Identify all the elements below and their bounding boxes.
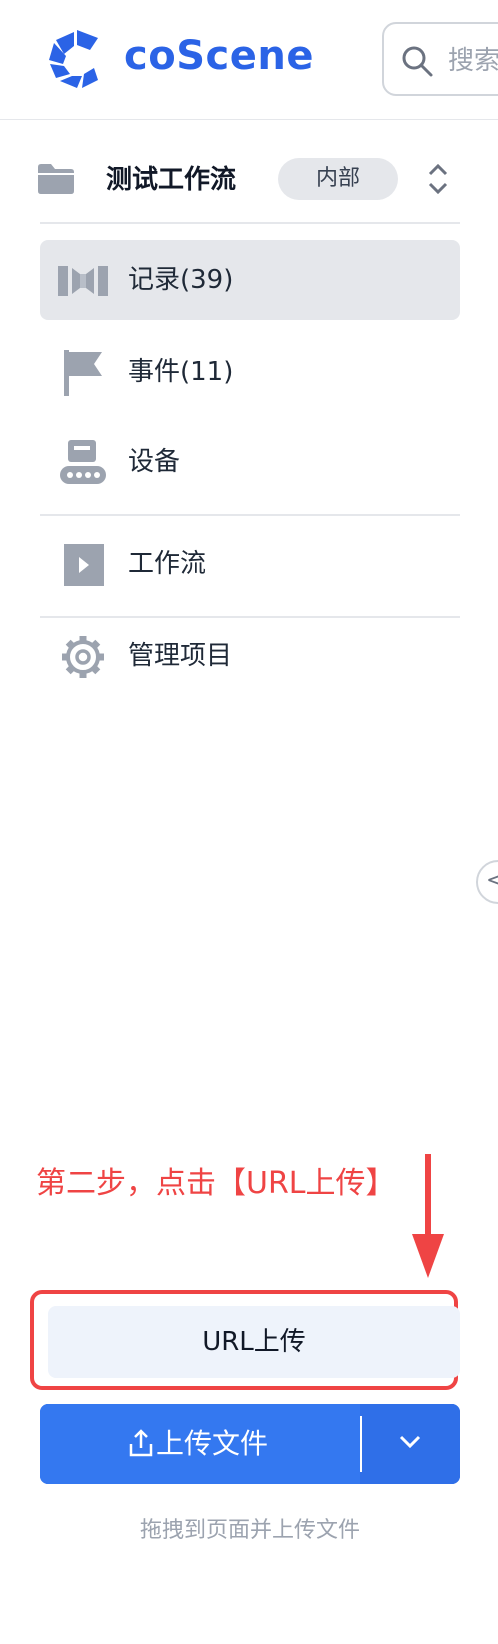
upload-options-dropdown[interactable] xyxy=(362,1404,460,1484)
nav-label-devices: 设备 xyxy=(128,447,181,477)
chevron-left-icon: < xyxy=(486,868,498,893)
nav-item-records[interactable]: 记录(39) xyxy=(40,240,460,320)
nav-item-devices[interactable]: 设备 xyxy=(40,422,460,502)
gear-icon xyxy=(62,636,104,678)
nav-label-events: 事件(11) xyxy=(128,357,234,387)
nav-item-manage-project[interactable]: 管理项目 xyxy=(40,616,460,696)
nav-item-events[interactable]: 事件(11) xyxy=(40,332,460,412)
project-title: 测试工作流 xyxy=(106,165,237,195)
upload-split-button: 上传文件 xyxy=(40,1404,460,1484)
coscene-logo-icon[interactable] xyxy=(46,28,108,90)
nav-label-workflows: 工作流 xyxy=(128,549,207,579)
flag-icon xyxy=(64,350,102,396)
nav-item-workflows[interactable]: 工作流 xyxy=(40,524,460,604)
drag-drop-hint: 拖拽到页面并上传文件 xyxy=(139,1518,360,1543)
records-icon xyxy=(58,266,108,296)
upload-file-button[interactable]: 上传文件 xyxy=(40,1404,360,1484)
step-annotation: 第二步，点击【URL上传】 xyxy=(36,1166,396,1201)
visibility-badge: 内部 xyxy=(278,158,398,200)
search-input[interactable]: 搜索 xyxy=(382,22,498,96)
search-placeholder: 搜索 xyxy=(448,46,498,76)
search-icon xyxy=(402,46,433,77)
chevron-up-down-icon[interactable] xyxy=(426,162,450,196)
folder-icon xyxy=(38,164,74,194)
device-icon xyxy=(60,440,106,484)
arrow-down-icon xyxy=(412,1154,444,1278)
divider xyxy=(40,222,460,224)
project-selector[interactable]: 测试工作流 内部 xyxy=(0,150,498,210)
brand-name[interactable]: coScene xyxy=(124,36,314,76)
chevron-down-icon xyxy=(399,1435,421,1449)
divider xyxy=(40,514,460,516)
nav-label-records: 记录(39) xyxy=(128,265,234,295)
nav-label-manage-project: 管理项目 xyxy=(128,641,233,671)
top-header: coScene 搜索 xyxy=(0,0,498,120)
upload-file-label: 上传文件 xyxy=(156,1427,269,1460)
url-upload-button[interactable]: URL上传 xyxy=(48,1306,460,1378)
play-icon xyxy=(64,544,104,586)
collapse-sidebar-button[interactable]: < xyxy=(476,860,498,904)
upload-icon xyxy=(129,1429,153,1457)
